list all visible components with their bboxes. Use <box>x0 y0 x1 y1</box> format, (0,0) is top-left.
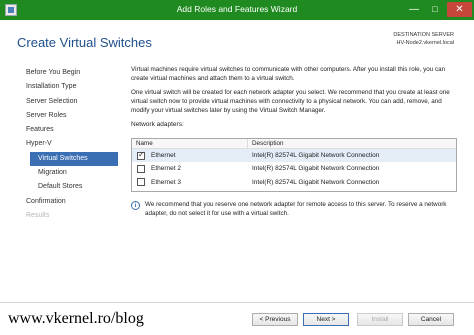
adapter-name: Ethernet <box>151 152 176 160</box>
switch-paragraph: One virtual switch will be created for e… <box>131 88 450 114</box>
column-header-name[interactable]: Name <box>132 139 248 148</box>
nav-item-server-selection[interactable]: Server Selection <box>18 95 118 109</box>
adapter-name: Ethernet 3 <box>151 178 181 186</box>
adapter-description: Intel(R) 82574L Gigabit Network Connecti… <box>252 178 380 186</box>
maximize-button[interactable]: □ <box>424 2 446 17</box>
page-title: Create Virtual Switches <box>17 35 152 50</box>
adapter-name: Ethernet 2 <box>151 165 181 173</box>
table-row[interactable]: Ethernet 2 Intel(R) 82574L Gigabit Netwo… <box>132 162 456 175</box>
nav-item-hyper-v[interactable]: Hyper-V <box>18 137 118 151</box>
adapter-description: Intel(R) 82574L Gigabit Network Connecti… <box>252 165 380 173</box>
nav-item-confirmation[interactable]: Confirmation <box>18 195 118 209</box>
nav-item-server-roles[interactable]: Server Roles <box>18 109 118 123</box>
adapter-description: Intel(R) 82574L Gigabit Network Connecti… <box>252 152 380 160</box>
watermark-text: www.vkernel.ro/blog <box>8 310 144 327</box>
adapter-checkbox[interactable] <box>137 150 145 160</box>
next-button[interactable]: Next > <box>303 313 349 326</box>
adapter-checkbox[interactable] <box>137 164 145 173</box>
install-button: Install <box>357 313 403 326</box>
nav-item-migration[interactable]: Migration <box>18 166 118 180</box>
content-area: Virtual machines require virtual switche… <box>131 66 461 131</box>
intro-paragraph: Virtual machines require virtual switche… <box>131 66 446 82</box>
info-icon: i <box>131 201 140 210</box>
nav-item-features[interactable]: Features <box>18 123 118 137</box>
table-header: Name Description <box>132 139 456 149</box>
destination-server-value: HV-Node2.vkernel.local <box>396 40 454 46</box>
adapter-name-cell: Ethernet 2 <box>132 164 248 173</box>
wizard-header: Create Virtual Switches DESTINATION SERV… <box>0 20 474 64</box>
nav-item-virtual-switches[interactable]: Virtual Switches <box>30 151 118 167</box>
table-row[interactable]: Ethernet 3 Intel(R) 82574L Gigabit Netwo… <box>132 176 456 189</box>
info-text: We recommend that you reserve one networ… <box>145 201 447 217</box>
nav-item-results: Results <box>26 211 50 219</box>
nav-item-before-you-begin[interactable]: Before You Begin <box>18 66 118 80</box>
table-row[interactable]: Ethernet Intel(R) 82574L Gigabit Network… <box>132 149 456 163</box>
destination-server-label: DESTINATION SERVER <box>393 32 454 38</box>
column-header-description[interactable]: Description <box>248 139 284 148</box>
wizard-nav: Before You Begin Installation Type Serve… <box>18 66 118 223</box>
adapter-checkbox[interactable] <box>137 178 145 187</box>
network-adapters-table: Name Description Ethernet Intel(R) 82574… <box>131 138 457 192</box>
nav-item-default-stores[interactable]: Default Stores <box>18 180 118 194</box>
adapter-name-cell: Ethernet 3 <box>132 178 248 187</box>
nav-item-installation-type[interactable]: Installation Type <box>18 80 118 94</box>
cancel-button[interactable]: Cancel <box>408 313 454 326</box>
minimize-button[interactable]: — <box>403 2 425 17</box>
adapter-name-cell: Ethernet <box>132 150 248 160</box>
network-adapters-label: Network adapters: <box>131 120 184 128</box>
previous-button[interactable]: < Previous <box>252 313 298 326</box>
close-button[interactable]: ✕ <box>447 2 472 17</box>
title-bar: Add Roles and Features Wizard — □ ✕ <box>0 0 474 20</box>
